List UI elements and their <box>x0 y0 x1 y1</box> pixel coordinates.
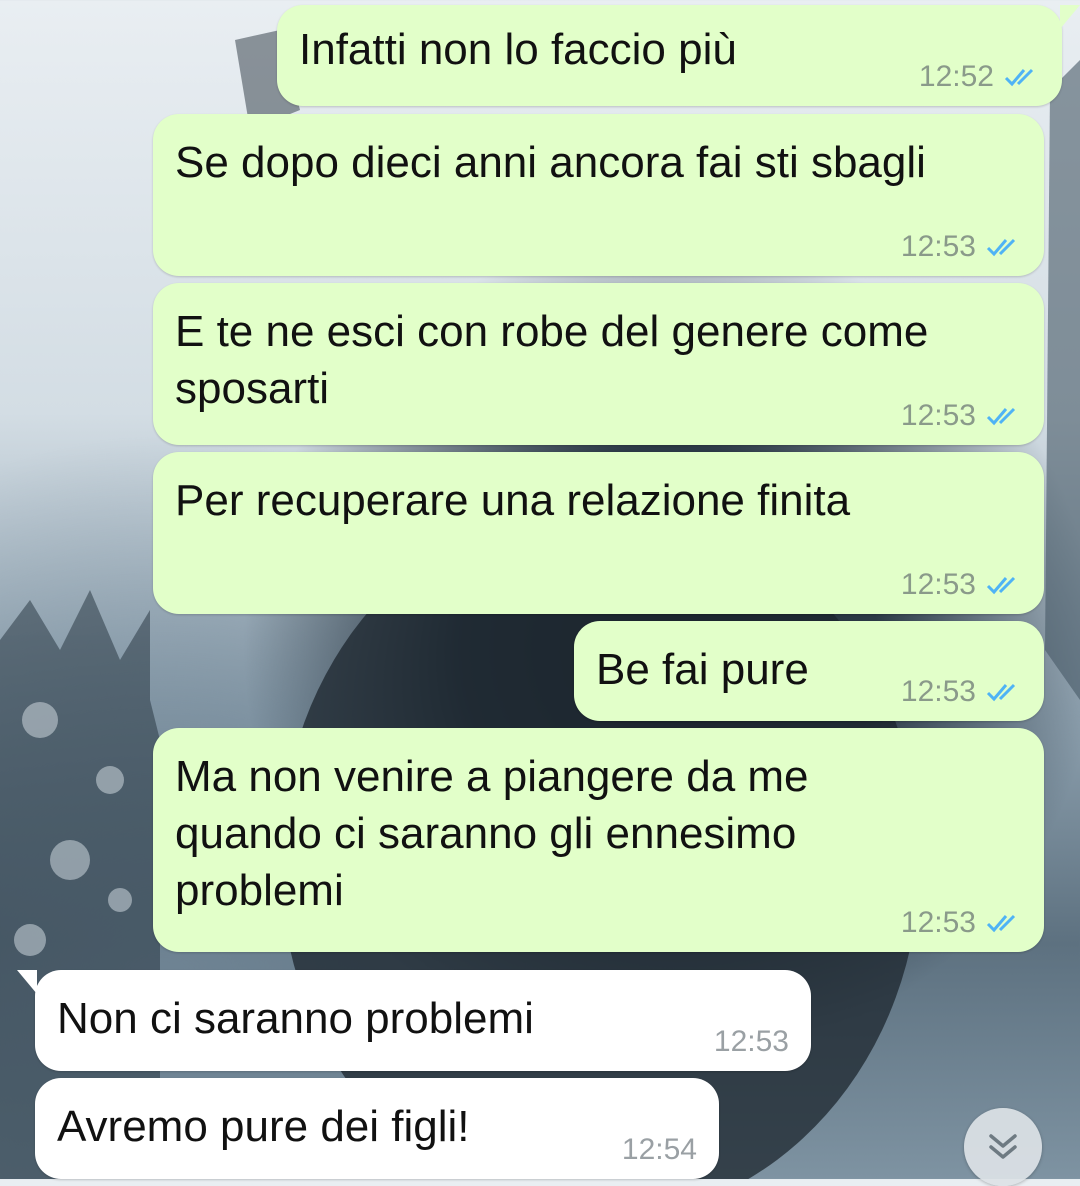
message-meta: 12:54 <box>622 1133 697 1167</box>
message-meta: 12:53 <box>901 399 1022 433</box>
bubble-tail <box>1060 5 1080 29</box>
message-text: Be fai pure <box>596 645 809 694</box>
read-ticks-icon <box>986 238 1016 257</box>
message-text: Se dopo dieci anni ancora fai sti sbagli <box>175 138 926 187</box>
message-bubble-outgoing[interactable]: Per recuperare una relazione finita 12:5… <box>153 452 1044 614</box>
message-text: E te ne esci con robe del genere come sp… <box>175 307 929 413</box>
message-text: Avremo pure dei figli! <box>57 1102 470 1151</box>
message-bubble-incoming[interactable]: Non ci saranno problemi 12:53 <box>17 970 811 1071</box>
scroll-to-bottom-button[interactable] <box>964 1108 1042 1186</box>
message-meta: 12:53 <box>901 675 1022 709</box>
message-bubble-outgoing[interactable]: Se dopo dieci anni ancora fai sti sbagli… <box>153 114 1044 276</box>
message-meta: 12:53 <box>901 230 1022 264</box>
message-text: Ma non venire a piangere da me quando ci… <box>175 752 809 915</box>
message-text: Infatti non lo faccio più <box>299 25 737 74</box>
message-time: 12:53 <box>900 906 976 939</box>
message-meta: 12:53 <box>714 1025 789 1059</box>
read-ticks-icon <box>986 407 1016 426</box>
message-meta: 12:53 <box>901 906 1022 940</box>
read-ticks-icon <box>986 683 1016 702</box>
message-meta: 12:53 <box>901 568 1022 602</box>
read-ticks-icon <box>1004 68 1034 87</box>
message-time: 12:54 <box>621 1133 697 1166</box>
message-bubble-outgoing[interactable]: Be fai pure 12:53 <box>574 621 1044 721</box>
message-time: 12:53 <box>900 568 976 601</box>
double-chevron-down-icon <box>989 1134 1017 1159</box>
bubble-tail <box>17 970 37 994</box>
message-time: 12:53 <box>900 399 976 432</box>
message-time: 12:52 <box>918 60 994 93</box>
message-bubble-outgoing[interactable]: Ma non venire a piangere da me quando ci… <box>153 728 1044 952</box>
message-text: Non ci saranno problemi <box>57 994 534 1043</box>
message-bubble-incoming[interactable]: Avremo pure dei figli! 12:54 <box>35 1078 719 1179</box>
message-time: 12:53 <box>900 230 976 263</box>
read-ticks-icon <box>986 576 1016 595</box>
message-text: Per recuperare una relazione finita <box>175 476 851 525</box>
read-ticks-icon <box>986 914 1016 933</box>
message-meta: 12:52 <box>919 60 1040 94</box>
message-bubble-outgoing[interactable]: E te ne esci con robe del genere come sp… <box>153 283 1044 445</box>
message-time: 12:53 <box>900 675 976 708</box>
message-time: 12:53 <box>713 1025 789 1058</box>
message-bubble-outgoing[interactable]: Infatti non lo faccio più 12:52 <box>277 5 1080 106</box>
